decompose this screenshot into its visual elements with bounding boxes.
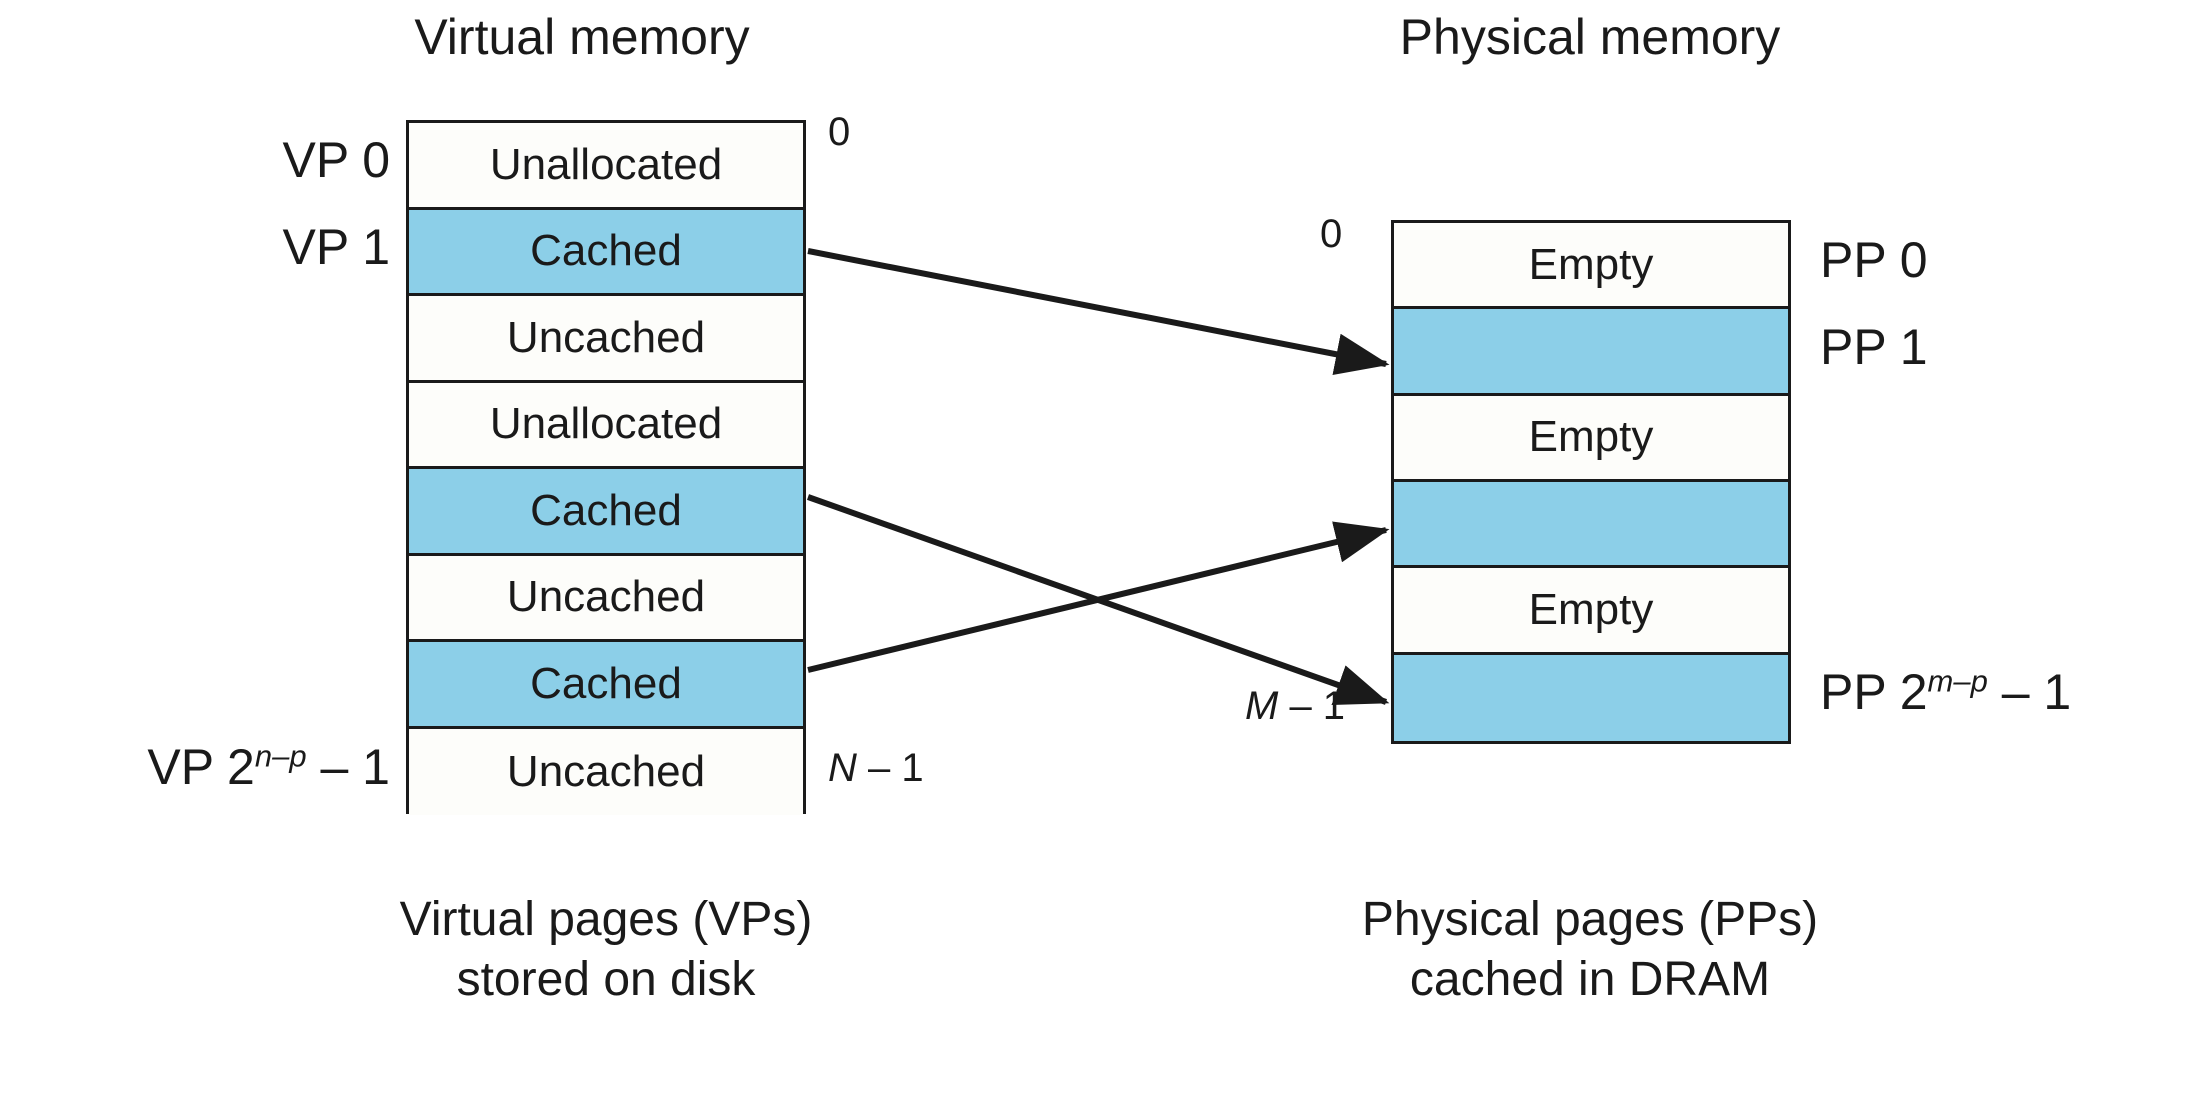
virtual-memory-table: Unallocated Cached Uncached Unallocated … (406, 120, 806, 815)
pp-last-prefix: PP 2 (1820, 664, 1928, 720)
physical-memory-table: Empty Empty Empty (1391, 220, 1791, 744)
pm-address-bottom: M – 1 (1245, 684, 1345, 728)
vm-row-label: Unallocated (489, 399, 723, 449)
pp-label-1: PP 1 (1820, 319, 1928, 375)
pp-label-0: PP 0 (1820, 232, 1928, 288)
vm-row-6: Cached (409, 642, 803, 729)
vm-address-bottom-suffix: – 1 (856, 746, 924, 790)
pm-row-4: Empty (1394, 568, 1788, 655)
mapping-arrow-2 (806, 494, 1390, 705)
pp-last-exponent: m–p (1927, 663, 1988, 699)
diagram-canvas: Virtual memory Physical memory Unallocat… (0, 0, 2202, 1106)
vm-row-label: Cached (530, 658, 682, 708)
vp-label-0: VP 0 (282, 132, 391, 188)
vp-label-1: VP 1 (282, 219, 391, 275)
vm-row-label: Cached (530, 226, 682, 276)
vp-last-exponent: n–p (254, 738, 307, 774)
pm-row-label: Empty (1528, 584, 1654, 634)
vm-row-5: Uncached (409, 555, 803, 642)
pm-row-5 (1394, 654, 1788, 741)
pm-address-bottom-suffix: – 1 (1278, 684, 1346, 728)
pm-row-2: Empty (1394, 395, 1788, 482)
vm-row-label: Uncached (506, 572, 706, 622)
pm-address-top: 0 (1320, 212, 1343, 256)
pp-last-suffix: – 1 (1987, 664, 2072, 720)
virtual-memory-caption: Virtual pages (VPs) stored on disk (399, 893, 813, 1006)
vm-address-bottom: N – 1 (828, 746, 924, 790)
pm-row-0: Empty (1394, 223, 1788, 310)
pm-address-bottom-var: M (1245, 684, 1279, 728)
pm-row-label: Empty (1528, 239, 1654, 289)
vm-row-3: Unallocated (409, 382, 803, 469)
mapping-arrow-1 (807, 248, 1390, 375)
vp-last-prefix: VP 2 (147, 739, 255, 795)
vm-row-label: Cached (530, 485, 682, 535)
vp-last-suffix: – 1 (306, 739, 390, 795)
physical-memory-title: Physical memory (1399, 9, 1781, 65)
vm-row-label: Unallocated (489, 139, 723, 189)
vm-row-7: Uncached (409, 728, 803, 815)
vm-row-label: Uncached (506, 312, 706, 362)
vm-address-bottom-var: N (828, 746, 857, 790)
pm-row-1 (1394, 309, 1788, 396)
vm-row-0: Unallocated (409, 123, 803, 210)
pm-row-3 (1394, 481, 1788, 569)
vm-row-1: Cached (409, 209, 803, 296)
pp-label-last: PP 2m–p – 1 (1820, 664, 2071, 720)
mapping-arrow-3 (807, 521, 1390, 673)
vm-row-4: Cached (409, 469, 803, 556)
physical-memory-caption: Physical pages (PPs) cached in DRAM (1361, 893, 1819, 1006)
pm-row-label: Empty (1528, 412, 1654, 462)
vp-label-last: VP 2n–p – 1 (0, 739, 390, 795)
vm-address-top: 0 (828, 110, 851, 154)
virtual-memory-title: Virtual memory (414, 9, 750, 65)
vm-row-label: Uncached (506, 746, 706, 796)
vm-row-2: Uncached (409, 296, 803, 383)
